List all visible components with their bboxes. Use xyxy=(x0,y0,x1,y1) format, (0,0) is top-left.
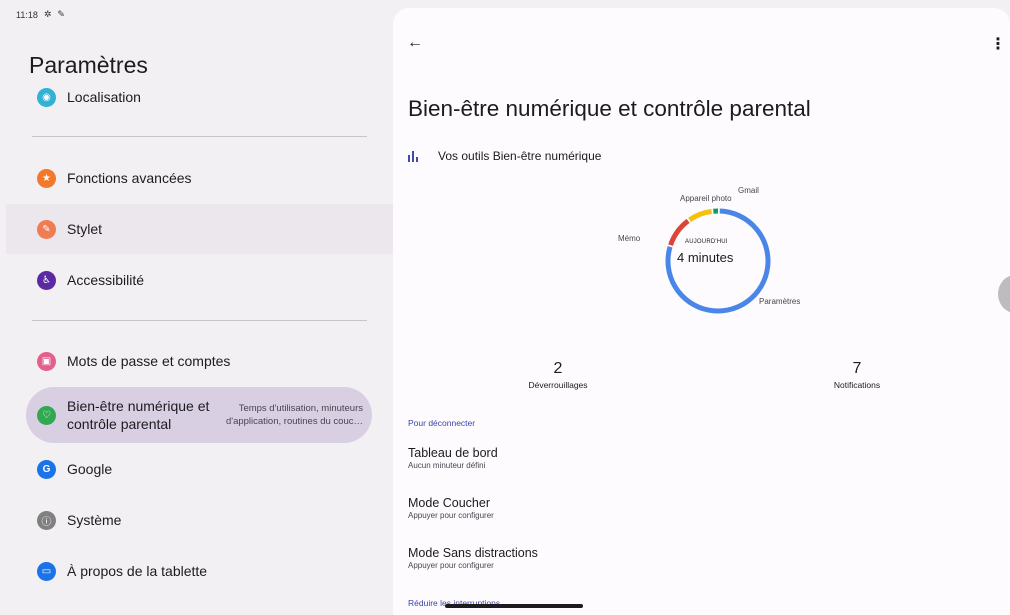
tools-header: Vos outils Bien-être numérique xyxy=(408,149,601,163)
sidebar-item-digital-wellbeing[interactable]: ♡ Bien-être numérique et contrôle parent… xyxy=(26,387,372,443)
sidebar-item-label: Fonctions avancées xyxy=(67,170,192,186)
sidebar-item-localisation[interactable]: ◉ Localisation xyxy=(6,72,393,122)
row-subtitle: Appuyer pour configurer xyxy=(408,511,494,520)
gesture-home-bar[interactable] xyxy=(445,604,583,608)
sidebar-item-label: Localisation xyxy=(67,89,141,105)
location-pin-icon: ◉ xyxy=(37,87,56,107)
bar-chart-icon xyxy=(408,150,420,162)
settings-sidebar: Paramètres ◉ Localisation ★ Fonctions av… xyxy=(0,0,393,615)
sidebar-item-label: Accessibilité xyxy=(67,272,145,288)
sidebar-item-label: Stylet xyxy=(67,221,103,237)
donut-slice-appareil-photo xyxy=(688,208,713,223)
row-title: Mode Coucher xyxy=(408,496,490,510)
chart-label-gmail: Gmail xyxy=(738,186,759,195)
row-subtitle: Appuyer pour configurer xyxy=(408,561,494,570)
notifications-count: 7 xyxy=(852,360,862,377)
detail-pane: ← ⋮ Bien-être numérique et contrôle pare… xyxy=(393,8,1010,615)
back-arrow-icon[interactable]: ← xyxy=(407,34,423,52)
focus-mode-row[interactable]: Mode Sans distractions Appuyer pour conf… xyxy=(408,546,538,570)
tablet-icon: ▭ xyxy=(37,561,56,581)
sidebar-item-summary: Temps d'utilisation, minuteurs d'applica… xyxy=(225,403,363,427)
unlocks-stat[interactable]: 2 Déverrouillages xyxy=(498,360,618,390)
sidebar-item-about-tablet[interactable]: ▭ À propos de la tablette xyxy=(6,546,393,596)
sidebar-item-label: Bien-être numérique et contrôle parental xyxy=(67,398,210,432)
notifications-stat[interactable]: 7 Notifications xyxy=(797,360,917,390)
divider xyxy=(32,320,367,321)
info-icon: ⓘ xyxy=(37,510,56,530)
chart-label-memo: Mémo xyxy=(618,234,641,243)
sidebar-item-label: Système xyxy=(67,512,122,528)
unlocks-label: Déverrouillages xyxy=(528,380,588,390)
sidebar-item-accessibility[interactable]: ♿ Accessibilité xyxy=(6,255,393,305)
sidebar-item-google[interactable]: G Google xyxy=(6,444,393,494)
dashboard-row[interactable]: Tableau de bord Aucun minuteur défini xyxy=(408,446,498,470)
sidebar-item-stylus[interactable]: ✎ Stylet xyxy=(6,204,393,254)
notifications-label: Notifications xyxy=(833,380,881,390)
donut-center-label: AUJOURD'HUI xyxy=(685,239,728,245)
edge-panel-handle[interactable] xyxy=(998,275,1010,313)
sidebar-item-label: À propos de la tablette xyxy=(67,563,208,579)
accessibility-icon: ♿ xyxy=(37,270,56,290)
chart-label-settings: Paramètres xyxy=(759,297,801,306)
usage-donut-chart[interactable]: Appareil photo Gmail Mémo Paramètres AUJ… xyxy=(613,178,833,338)
unlocks-count: 2 xyxy=(553,360,563,377)
stylus-icon: ✎ xyxy=(37,219,56,239)
star-icon: ★ xyxy=(37,168,56,188)
sidebar-item-label: Mots de passe et comptes xyxy=(67,353,231,369)
tools-label: Vos outils Bien-être numérique xyxy=(438,149,602,163)
sidebar-item-label: Google xyxy=(67,461,113,477)
google-icon: G xyxy=(37,459,56,479)
wellbeing-heart-icon: ♡ xyxy=(37,405,56,425)
donut-center-value: 4 minutes xyxy=(677,250,734,265)
row-title: Mode Sans distractions xyxy=(408,546,538,560)
page-title: Bien-être numérique et contrôle parental xyxy=(408,96,811,121)
sidebar-item-passwords-accounts[interactable]: ▣ Mots de passe et comptes xyxy=(6,336,393,386)
more-options-icon[interactable]: ⋮ xyxy=(990,34,1006,54)
row-subtitle: Aucun minuteur défini xyxy=(408,461,486,470)
row-title: Tableau de bord xyxy=(408,446,498,460)
sidebar-item-advanced-features[interactable]: ★ Fonctions avancées xyxy=(6,153,393,203)
chart-label-camera: Appareil photo xyxy=(680,194,732,203)
account-icon: ▣ xyxy=(37,351,56,371)
bedtime-mode-row[interactable]: Mode Coucher Appuyer pour configurer xyxy=(408,496,494,520)
sidebar-item-system[interactable]: ⓘ Système xyxy=(6,495,393,545)
divider xyxy=(32,136,367,137)
section-header-disconnect: Pour déconnecter xyxy=(408,418,476,428)
